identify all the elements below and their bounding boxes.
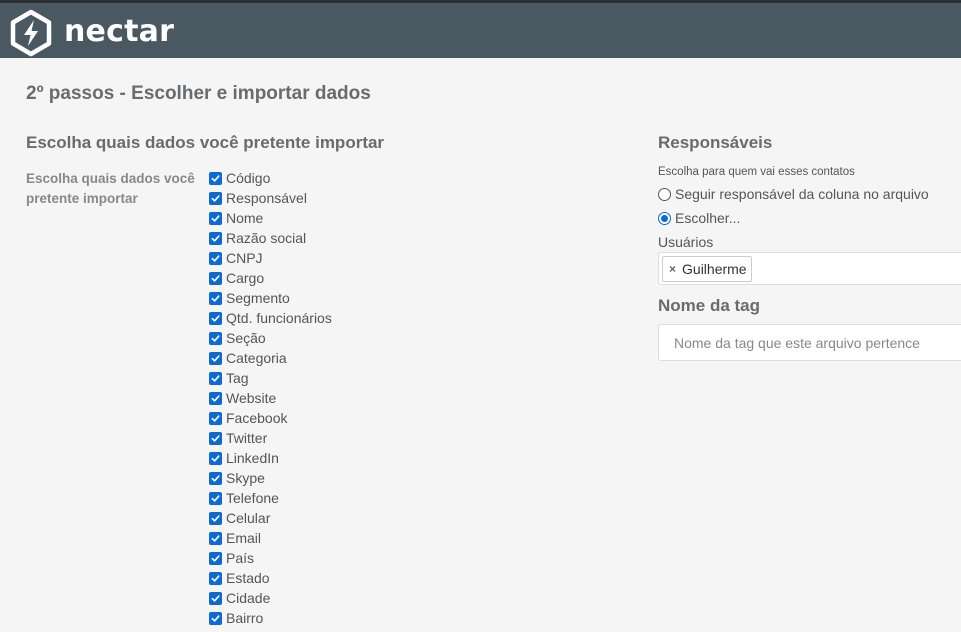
checkbox[interactable] (209, 391, 222, 405)
users-select[interactable]: × Guilherme (658, 252, 961, 285)
checkbox[interactable] (209, 171, 222, 185)
page-title: 2º passos - Escolher e importar dados (26, 83, 371, 104)
checkbox[interactable] (209, 251, 222, 265)
import-field-option[interactable]: Website (209, 388, 332, 408)
import-field-option[interactable]: Segmento (209, 288, 332, 308)
import-field-option[interactable]: Twitter (209, 428, 332, 448)
user-tag-label: Guilherme (682, 261, 747, 277)
radio-label: Escolher... (675, 210, 741, 226)
radio-option-choose[interactable]: Escolher... (658, 210, 740, 226)
tag-name-title: Nome da tag (658, 296, 761, 315)
import-field-option[interactable]: País (209, 548, 332, 568)
import-field-option[interactable]: Razão social (209, 228, 332, 248)
responsaveis-title: Responsáveis (658, 133, 773, 152)
checkbox[interactable] (209, 511, 222, 525)
checkbox[interactable] (209, 551, 222, 565)
checkbox[interactable] (209, 271, 222, 285)
import-field-option[interactable]: CNPJ (209, 248, 332, 268)
checkbox-label: CNPJ (226, 250, 263, 266)
import-field-option[interactable]: Email (209, 528, 332, 548)
import-field-option[interactable]: Nome (209, 208, 332, 228)
users-label: Usuários (658, 234, 714, 250)
checkbox[interactable] (209, 191, 222, 205)
radio-option-follow-column[interactable]: Seguir responsável da coluna no arquivo (658, 186, 929, 202)
checkbox-label: Skype (226, 470, 265, 486)
checkbox-label: Email (226, 530, 262, 546)
import-field-option[interactable]: Categoria (209, 348, 332, 368)
import-fields-list: Código Responsável Nome Razão social CNPJ Car… (209, 168, 332, 628)
checkbox-label: Celular (226, 510, 271, 526)
import-field-option[interactable]: Facebook (209, 408, 332, 428)
remove-user-icon[interactable]: × (669, 262, 676, 276)
checkbox-label: Bairro (226, 610, 264, 626)
import-field-option[interactable]: Cidade (209, 588, 332, 608)
checkbox[interactable] (209, 211, 222, 225)
checkbox-label: Seção (226, 330, 266, 346)
import-field-option[interactable]: Estado (209, 568, 332, 588)
import-field-option[interactable]: Qtd. funcionários (209, 308, 332, 328)
tag-name-input[interactable] (658, 324, 961, 361)
checkbox[interactable] (209, 471, 222, 485)
user-tag: × Guilherme (662, 256, 752, 282)
checkbox-label: Responsável (226, 190, 307, 206)
checkbox[interactable] (209, 571, 222, 585)
checkbox-label: País (226, 550, 255, 566)
checkbox-label: Facebook (226, 410, 288, 426)
checkbox-label: Cargo (226, 270, 265, 286)
checkbox-label: Código (226, 170, 271, 186)
checkbox-label: Categoria (226, 350, 287, 366)
radio-button[interactable] (658, 211, 671, 225)
checkbox[interactable] (209, 411, 222, 425)
radio-button[interactable] (658, 187, 671, 201)
checkbox[interactable] (209, 611, 222, 625)
brand-name: nectar (64, 14, 175, 49)
navbar: nectar (0, 3, 961, 58)
import-field-option[interactable]: Celular (209, 508, 332, 528)
checkbox-label: Telefone (226, 490, 279, 506)
responsaveis-help: Escolha para quem vai esses contatos (658, 166, 855, 178)
checkbox[interactable] (209, 371, 222, 385)
checkbox[interactable] (209, 531, 222, 545)
import-field-option[interactable]: Skype (209, 468, 332, 488)
checkbox[interactable] (209, 451, 222, 465)
checkbox-label: LinkedIn (226, 450, 279, 466)
import-field-option[interactable]: Seção (209, 328, 332, 348)
import-field-option[interactable]: LinkedIn (209, 448, 332, 468)
checkbox[interactable] (209, 591, 222, 605)
checkbox-label: Twitter (226, 430, 268, 446)
import-field-option[interactable]: Cargo (209, 268, 332, 288)
checkbox-label: Estado (226, 570, 270, 586)
checkbox[interactable] (209, 311, 222, 325)
checkbox-label: Nome (226, 210, 264, 226)
import-field-option[interactable]: Bairro (209, 608, 332, 628)
logo[interactable]: nectar (7, 9, 174, 57)
import-field-option[interactable]: Responsável (209, 188, 332, 208)
import-fields-label: Escolha quais dados você pretente import… (26, 171, 195, 206)
radio-label: Seguir responsável da coluna no arquivo (675, 186, 929, 202)
checkbox[interactable] (209, 351, 222, 365)
checkbox[interactable] (209, 291, 222, 305)
import-field-option[interactable]: Código (209, 168, 332, 188)
checkbox[interactable] (209, 331, 222, 345)
import-field-option[interactable]: Telefone (209, 488, 332, 508)
checkbox[interactable] (209, 431, 222, 445)
checkbox-label: Segmento (226, 290, 290, 306)
checkbox[interactable] (209, 231, 222, 245)
import-field-option[interactable]: Tag (209, 368, 332, 388)
checkbox-label: Tag (226, 370, 249, 386)
checkbox-label: Website (226, 390, 277, 406)
checkbox-label: Cidade (226, 590, 271, 606)
import-section-title: Escolha quais dados você pretente import… (26, 133, 385, 152)
checkbox-label: Razão social (226, 230, 307, 246)
checkbox-label: Qtd. funcionários (226, 310, 332, 326)
checkbox[interactable] (209, 491, 222, 505)
nectar-logo-icon (7, 9, 55, 57)
